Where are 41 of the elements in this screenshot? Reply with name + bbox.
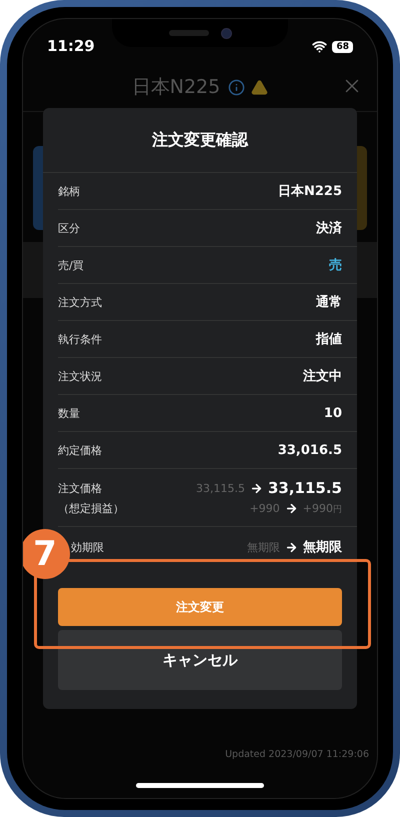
unit-label: 円 [333, 504, 342, 516]
dialog-title: 注文変更確認 [151, 129, 250, 151]
warning-icon[interactable] [251, 78, 268, 96]
arrow-icon [250, 482, 263, 494]
row-label: 注文方式 [58, 294, 102, 310]
new-value: 無期限 [303, 539, 342, 556]
row-label: 注文状況 [58, 368, 102, 384]
cancel-button[interactable]: キャンセル [58, 630, 342, 690]
screen-title: 日本N225 [132, 75, 220, 100]
old-value: +990 [250, 502, 280, 515]
battery-icon: 68 [332, 40, 353, 52]
step-badge: 7 [23, 529, 70, 579]
row-label: 売/買 [58, 258, 84, 272]
row-label: 数量 [58, 406, 80, 420]
row-value: 通常 [316, 294, 342, 311]
new-value: +990 [302, 502, 333, 514]
arrow-icon [285, 540, 298, 554]
row-value: 33,016.5 [278, 442, 342, 458]
row-label: 注文価格 [58, 480, 102, 496]
row-value: 注文中 [303, 368, 342, 385]
row-value: 決済 [316, 220, 342, 237]
arrow-icon [284, 502, 298, 515]
row-value: 10 [324, 406, 342, 420]
wifi-icon [312, 39, 328, 54]
old-value: 33,115.5 [196, 482, 245, 494]
speaker-icon [168, 30, 208, 36]
row-value: 売 [329, 257, 342, 274]
row-value: 指値 [316, 331, 342, 348]
row-sublabel: （想定損益） [58, 501, 124, 516]
new-value: 33,115.5 [268, 479, 342, 497]
old-value: 無期限 [247, 540, 280, 554]
row-label: 執行条件 [58, 332, 102, 346]
row-value: 日本N225 [278, 183, 342, 200]
updated-timestamp: Updated 2023/09/07 11:29:06 [225, 749, 369, 760]
row-label: 区分 [58, 220, 80, 236]
info-icon[interactable] [228, 78, 246, 96]
camera-icon [220, 28, 232, 38]
row-label: 約定価格 [58, 442, 102, 458]
row-label: 効期限 [71, 540, 104, 554]
row-label: 銘柄 [58, 184, 80, 198]
status-time: 11:29 [47, 37, 95, 55]
